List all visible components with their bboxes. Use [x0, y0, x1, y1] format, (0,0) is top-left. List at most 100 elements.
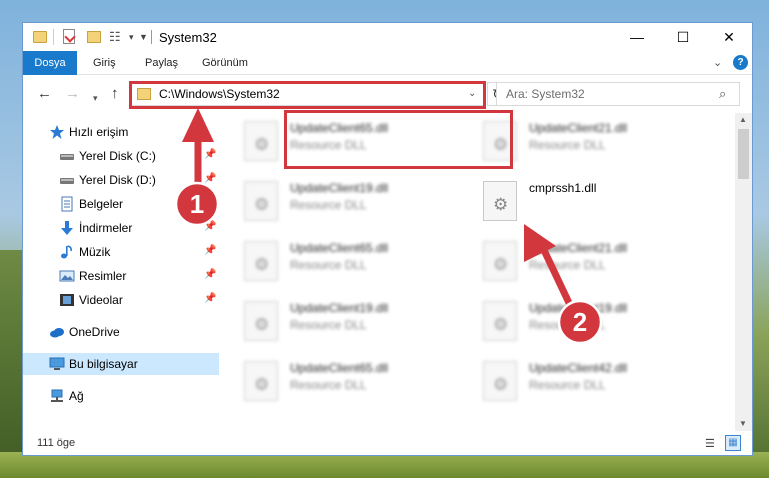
scroll-up-icon[interactable]: ▲ — [739, 115, 747, 124]
properties-icon[interactable] — [63, 29, 75, 44]
back-arrow-icon[interactable]: ← — [37, 85, 52, 103]
pin-icon[interactable]: 📌 — [204, 173, 216, 184]
pin-icon[interactable]: 📌 — [204, 269, 216, 280]
ribbon-tabs: Dosya Giriş Paylaş Görünüm ⌄ ? — [23, 51, 752, 75]
scroll-down-icon[interactable]: ▼ — [739, 419, 747, 428]
details-view-icon[interactable]: ☰ — [705, 437, 715, 450]
file-item[interactable]: ⚙ UpdateClient65.dll Resource DLL — [244, 241, 470, 291]
documents-icon — [61, 196, 73, 212]
maximize-button[interactable]: ☐ — [660, 23, 706, 51]
status-bar: 111 öge ☰ ▦ — [23, 433, 752, 455]
tab-home[interactable]: Giriş — [93, 51, 116, 75]
close-button[interactable]: ✕ — [706, 23, 752, 51]
file-name: UpdateClient19.dll — [290, 301, 389, 315]
file-type: Resource DLL — [529, 138, 606, 152]
file-type: Resource DLL — [290, 198, 367, 212]
sidebar-item-label: Resimler — [79, 269, 127, 283]
divider — [151, 30, 152, 44]
dll-file-icon: ⚙ — [483, 241, 517, 281]
file-type: Resource DLL — [529, 378, 606, 392]
file-item[interactable]: ⚙ UpdateClient21.dll Resource DLL — [483, 121, 709, 171]
sidebar-item-label: Ağ — [69, 389, 84, 403]
dll-file-icon: ⚙ — [483, 301, 517, 341]
sidebar-item-videos[interactable]: Videolar 📌 — [23, 289, 219, 311]
file-item[interactable]: ⚙ UpdateClient42.dll Resource DLL — [483, 361, 709, 411]
file-type: Resource DLL — [290, 378, 367, 392]
dll-file-icon: ⚙ — [244, 241, 278, 281]
file-item[interactable]: ⚙ UpdateClient65.dll Resource DLL — [244, 361, 470, 411]
cloud-icon — [50, 328, 64, 338]
sidebar-item-label: Belgeler — [79, 197, 124, 211]
sidebar-item-local-disk-c[interactable]: Yerel Disk (C:) 📌 — [23, 145, 219, 167]
file-item[interactable]: ⚙ UpdateClient19.dll Resource DLL — [483, 301, 709, 351]
scrollbar-thumb[interactable] — [738, 129, 749, 179]
recent-locations-icon[interactable]: ▾ — [93, 89, 98, 107]
minimize-button[interactable]: — — [614, 23, 660, 51]
pin-icon[interactable]: 📌 — [204, 245, 216, 256]
search-icon[interactable]: ⌕ — [719, 86, 726, 102]
file-item[interactable]: ⚙ UpdateClient21.dll Resource DLL — [483, 241, 709, 291]
chevron-down-icon[interactable]: ▾ — [129, 32, 134, 48]
file-type: Resource DLL — [529, 258, 606, 272]
sidebar-item-network[interactable]: Ağ — [23, 385, 219, 407]
vertical-scrollbar[interactable]: ▲ ▼ — [735, 113, 752, 431]
sidebar-item-label: Yerel Disk (D:) — [79, 173, 156, 187]
dll-file-icon: ⚙ — [244, 361, 278, 401]
view-options-icon[interactable]: ☷ — [109, 29, 125, 45]
pictures-icon — [59, 270, 75, 282]
large-icons-view-icon[interactable]: ▦ — [725, 435, 741, 451]
computer-icon — [49, 357, 65, 370]
sidebar-item-this-pc[interactable]: Bu bilgisayar — [23, 353, 219, 375]
sidebar-item-label: Videolar — [79, 293, 123, 307]
file-name: UpdateClient65.dll — [290, 241, 389, 255]
file-type: Resource DLL — [529, 318, 606, 332]
window-title: System32 — [159, 30, 217, 45]
pin-icon[interactable]: 📌 — [204, 221, 216, 232]
pin-icon[interactable]: 📌 — [204, 293, 216, 304]
tab-view[interactable]: Görünüm — [202, 51, 248, 75]
drive-icon — [60, 154, 74, 160]
explorer-window: ☷ ▾ ▼ System32 — ☐ ✕ Dosya Giriş Paylaş … — [22, 22, 753, 456]
file-highlight — [284, 110, 513, 169]
search-input[interactable]: Ara: System32 ⌕ — [496, 82, 740, 106]
file-item[interactable]: ⚙ UpdateClient19.dll Resource DLL — [244, 181, 470, 231]
file-item-cmprssh1[interactable]: ⚙ cmprssh1.dll — [483, 181, 709, 231]
item-count: 111 öge — [37, 437, 76, 449]
sidebar-item-music[interactable]: Müzik 📌 — [23, 241, 219, 263]
music-icon — [61, 245, 72, 259]
dll-file-icon: ⚙ — [244, 121, 278, 161]
pin-icon[interactable]: 📌 — [204, 149, 216, 160]
up-arrow-icon[interactable]: ↑ — [111, 85, 119, 103]
forward-arrow-icon[interactable]: → — [65, 85, 80, 103]
sidebar-item-documents[interactable]: Belgeler 📌 — [23, 193, 219, 215]
navigation-bar: ← → ▾ ↑ C:\Windows\System32 ⌄ ↻ Ara: Sys… — [23, 75, 752, 113]
file-name: UpdateClient65.dll — [290, 361, 389, 375]
file-item[interactable]: ⚙ UpdateClient19.dll Resource DLL — [244, 301, 470, 351]
sidebar-item-quick-access[interactable]: Hızlı erişim — [23, 121, 219, 143]
drive-icon — [60, 178, 74, 184]
sidebar-item-downloads[interactable]: İndirmeler 📌 — [23, 217, 219, 239]
star-icon — [50, 125, 64, 139]
new-folder-icon[interactable] — [87, 31, 101, 43]
sidebar-item-label: OneDrive — [69, 325, 120, 339]
file-type: Resource DLL — [290, 318, 367, 332]
tab-file[interactable]: Dosya — [23, 51, 77, 75]
sidebar-item-local-disk-d[interactable]: Yerel Disk (D:) 📌 — [23, 169, 219, 191]
sidebar-item-label: Hızlı erişim — [69, 125, 129, 139]
file-name: UpdateClient19.dll — [529, 301, 628, 315]
pin-icon[interactable]: 📌 — [204, 197, 216, 208]
sidebar-item-label: Bu bilgisayar — [69, 357, 138, 371]
search-placeholder: Ara: System32 — [506, 87, 585, 101]
expand-ribbon-icon[interactable]: ⌄ — [713, 56, 722, 69]
help-button[interactable]: ? — [733, 55, 748, 70]
folder-icon[interactable] — [33, 31, 47, 43]
sidebar-item-onedrive[interactable]: OneDrive — [23, 321, 219, 343]
sidebar-item-pictures[interactable]: Resimler 📌 — [23, 265, 219, 287]
tab-share[interactable]: Paylaş — [145, 51, 178, 75]
dll-file-icon: ⚙ — [483, 361, 517, 401]
file-name: cmprssh1.dll — [529, 181, 597, 195]
divider — [53, 29, 54, 45]
customize-toolbar-icon[interactable]: ▼ — [139, 32, 148, 48]
file-type: Resource DLL — [290, 258, 367, 272]
video-icon — [60, 294, 74, 306]
